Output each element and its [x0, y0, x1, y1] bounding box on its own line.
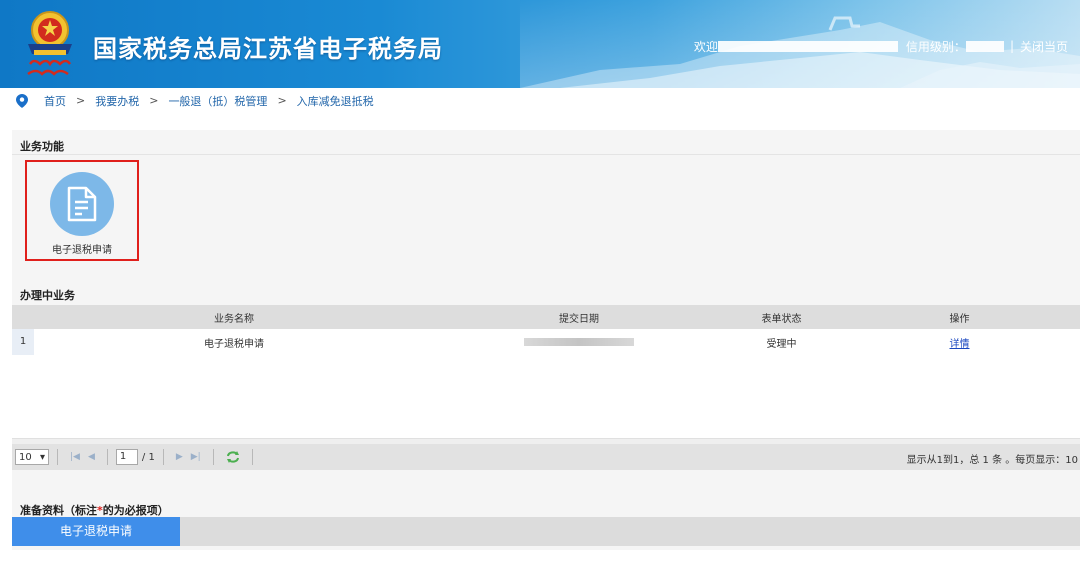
welcome-text: 欢迎: [693, 39, 718, 54]
header-form-status: 表单状态: [761, 313, 802, 325]
functions-section-title: 业务功能: [20, 140, 64, 153]
tab-e-refund-application[interactable]: 电子退税申请: [12, 517, 180, 546]
header-submit-date: 提交日期: [559, 313, 599, 325]
breadcrumb-arrow: >: [277, 94, 287, 107]
prev-page-icon[interactable]: ◀: [88, 452, 95, 462]
header-operation: 操作: [949, 313, 970, 325]
materials-tab-bar: 电子退税申请: [12, 517, 1080, 546]
pager-divider: [57, 449, 58, 465]
breadcrumb-arrow: >: [149, 94, 159, 107]
header-separator: |: [1009, 39, 1014, 53]
credit-level-mask: [965, 40, 1004, 52]
table-pager: 10 ▾ |◀ ◀ 1 / 1 ▶ ▶| 显示从1到1，总 1 条 。每页显示：…: [12, 444, 1080, 470]
tax-emblem-icon: [27, 11, 72, 76]
breadcrumb-home[interactable]: 首页: [44, 93, 66, 109]
row-operation: 详情: [839, 335, 1080, 350]
date-mask: [524, 337, 634, 346]
row-business-name: 电子退税申请: [204, 338, 264, 350]
in-progress-table: 业务名称 提交日期 表单状态 操作 1 电子退税申请 受理中 详情: [12, 305, 1080, 441]
materials-title-suffix: 的为必报项）: [102, 504, 169, 517]
functions-area: 电子退税申请: [12, 154, 1080, 276]
in-progress-section-title: 办理中业务: [20, 289, 75, 302]
site-header: 国家税务总局江苏省电子税务局 欢迎 信用级别： | 关闭当页: [0, 0, 1080, 88]
page-size-value: 10: [19, 451, 32, 463]
pager-info: 显示从1到1，总 1 条 。每页显示：10: [906, 455, 1078, 466]
site-title: 国家税务总局江苏省电子税务局: [93, 35, 443, 63]
materials-section-title: 准备资料（标注*的为必报项）: [20, 502, 169, 518]
detail-link[interactable]: 详情: [950, 339, 970, 350]
location-pin-icon: [16, 93, 28, 108]
breadcrumb-refund-management[interactable]: 一般退（抵）税管理: [168, 93, 267, 109]
row-submit-date: [434, 337, 724, 348]
pager-divider: [212, 449, 214, 465]
username-mask: [717, 40, 898, 52]
pager-divider: [162, 449, 164, 465]
breadcrumb-tax-services[interactable]: 我要办税: [95, 93, 139, 109]
breadcrumb: 首页 > 我要办税 > 一般退（抵）税管理 > 入库减免退抵税: [0, 88, 1080, 113]
current-page-input[interactable]: 1: [115, 449, 138, 465]
last-page-icon[interactable]: ▶|: [191, 452, 201, 462]
materials-title-prefix: 准备资料（标注: [20, 504, 97, 517]
next-page-icon[interactable]: ▶: [176, 452, 183, 462]
total-pages: / 1: [141, 451, 155, 463]
first-page-icon[interactable]: |◀: [70, 452, 80, 462]
chevron-down-icon: ▾: [39, 451, 45, 463]
page-size-select[interactable]: 10 ▾: [15, 449, 49, 465]
table-row[interactable]: 1 电子退税申请 受理中 详情: [12, 329, 1080, 355]
credit-level-label: 信用级别：: [905, 39, 966, 54]
e-refund-application-label: 电子退税申请: [52, 245, 112, 256]
document-icon: [67, 186, 97, 222]
breadcrumb-arrow: >: [76, 94, 86, 107]
e-refund-application-card[interactable]: 电子退税申请: [25, 160, 139, 261]
row-index: 1: [12, 329, 34, 355]
pager-divider: [106, 449, 108, 465]
close-page-link[interactable]: 关闭当页: [1020, 38, 1068, 55]
document-icon-circle: [50, 172, 114, 236]
breadcrumb-current: 入库减免退抵税: [296, 94, 374, 108]
refresh-icon[interactable]: [226, 451, 240, 463]
header-user-area: 欢迎 信用级别： | 关闭当页: [694, 38, 1068, 54]
header-business-name: 业务名称: [214, 313, 254, 325]
row-form-status: 受理中: [766, 338, 797, 350]
table-header: 业务名称 提交日期 表单状态 操作: [12, 305, 1080, 329]
main-content: 业务功能 电子退税申请 办理中业务 业务名称 提交日期 表单状态 操作 1 电子…: [12, 130, 1080, 550]
pager-divider: [251, 449, 253, 465]
